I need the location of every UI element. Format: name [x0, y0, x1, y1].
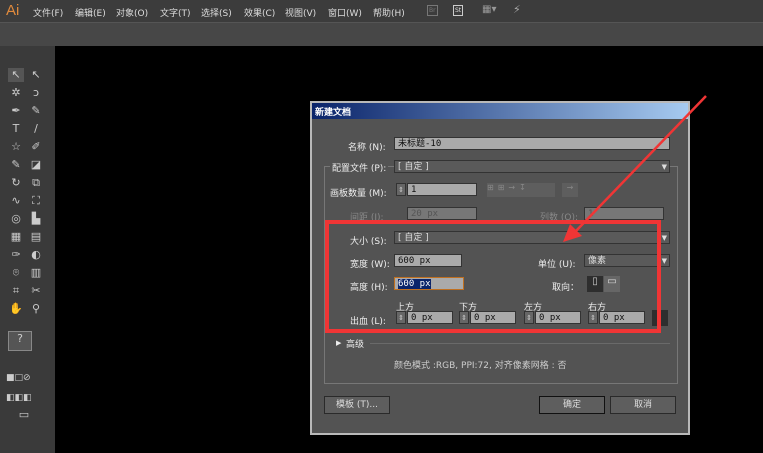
annotation-arrow — [563, 95, 707, 242]
arrow-line — [574, 95, 707, 233]
